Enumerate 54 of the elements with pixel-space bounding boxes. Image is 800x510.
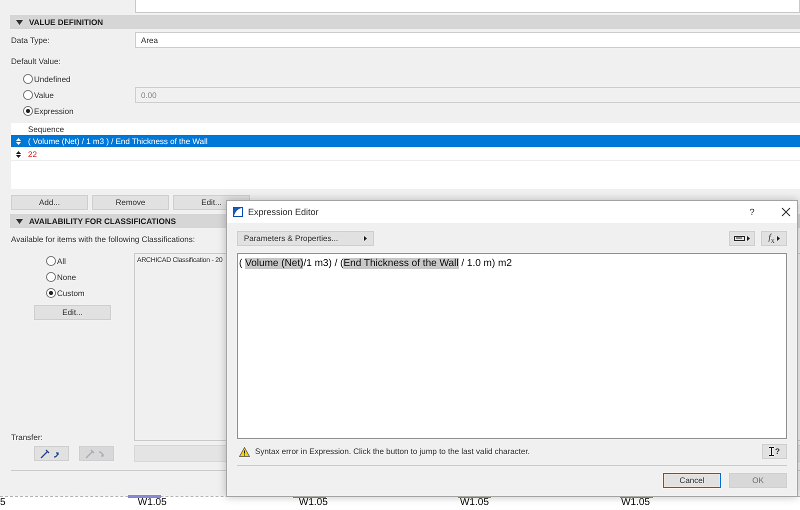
text-cursor-icon [769,447,774,456]
data-type-field[interactable]: Area [135,32,800,48]
radio-label: Expression [34,106,74,116]
jump-button[interactable]: ? [762,444,787,459]
action-button[interactable]: Remove [92,195,169,210]
edit-button[interactable]: Edit... [34,305,111,320]
section-title: VALUE DEFINITION [29,18,104,26]
radio-label: Undefined [34,74,70,84]
wall-label: 5 [0,497,6,510]
wall-label: W1.05 [460,497,489,510]
action-button[interactable]: Add... [11,195,88,210]
sequence-row[interactable]: ( Volume (Net) / 1 m3 ) / End Thickness of the Wall [11,135,800,148]
section-description: Available for items with the following Classifications: [11,234,195,244]
drag-handle-icon[interactable] [16,138,21,144]
drag-handle-icon[interactable] [16,150,21,158]
field-label: Data Type: [11,36,51,44]
radio-label: All [57,256,66,266]
field-label: Transfer: [11,433,43,442]
radio-button[interactable] [23,90,33,100]
text-field[interactable] [135,0,800,13]
warning-icon [239,446,250,456]
wall-label: W1.05 [138,497,167,510]
column-header: Sequence [28,124,64,134]
help-button[interactable]: ? [746,207,758,217]
field-label: Default Value: [11,56,61,66]
caret-icon [776,236,780,241]
section-title: AVAILABILITY FOR CLASSIFICATIONS [29,216,176,226]
error-message: Syntax error in Expression. Click the button to jump to the last valid character. [255,447,531,456]
close-icon[interactable] [781,207,791,217]
function-button[interactable]: f$_{x}$ [761,231,787,246]
radio-button[interactable] [23,106,33,116]
units-button[interactable] [729,231,755,246]
parameters-button[interactable]: Parameters & Properties... [237,231,374,246]
sequence-row[interactable]: 22 [11,148,800,161]
app-logo-icon [233,207,243,217]
radio-button[interactable] [46,256,56,266]
radio-label: Custom [57,288,85,298]
radio-button[interactable] [46,288,56,298]
radio-button[interactable] [23,74,33,84]
dialog-button[interactable]: Cancel [663,473,721,488]
pick-button[interactable] [34,446,69,461]
caret-icon [364,236,368,241]
expression-field[interactable]: ( Volume (Net)/1 m3) / (End Thickness of the Wall / 1.0 m) m2 [237,253,787,439]
collapse-triangle-icon[interactable] [16,218,23,224]
section-header[interactable]: VALUE DEFINITION [10,15,800,29]
collapse-triangle-icon[interactable] [16,20,23,24]
ruler-icon [734,236,745,241]
radio-label: None [57,272,76,282]
wall-label: W1.05 [621,497,650,510]
radio-label: Value [34,90,54,100]
dialog-title: Expression Editor [248,207,320,217]
caret-icon [747,236,750,241]
radio-button[interactable] [46,272,56,282]
wall-label: W1.05 [298,497,328,510]
